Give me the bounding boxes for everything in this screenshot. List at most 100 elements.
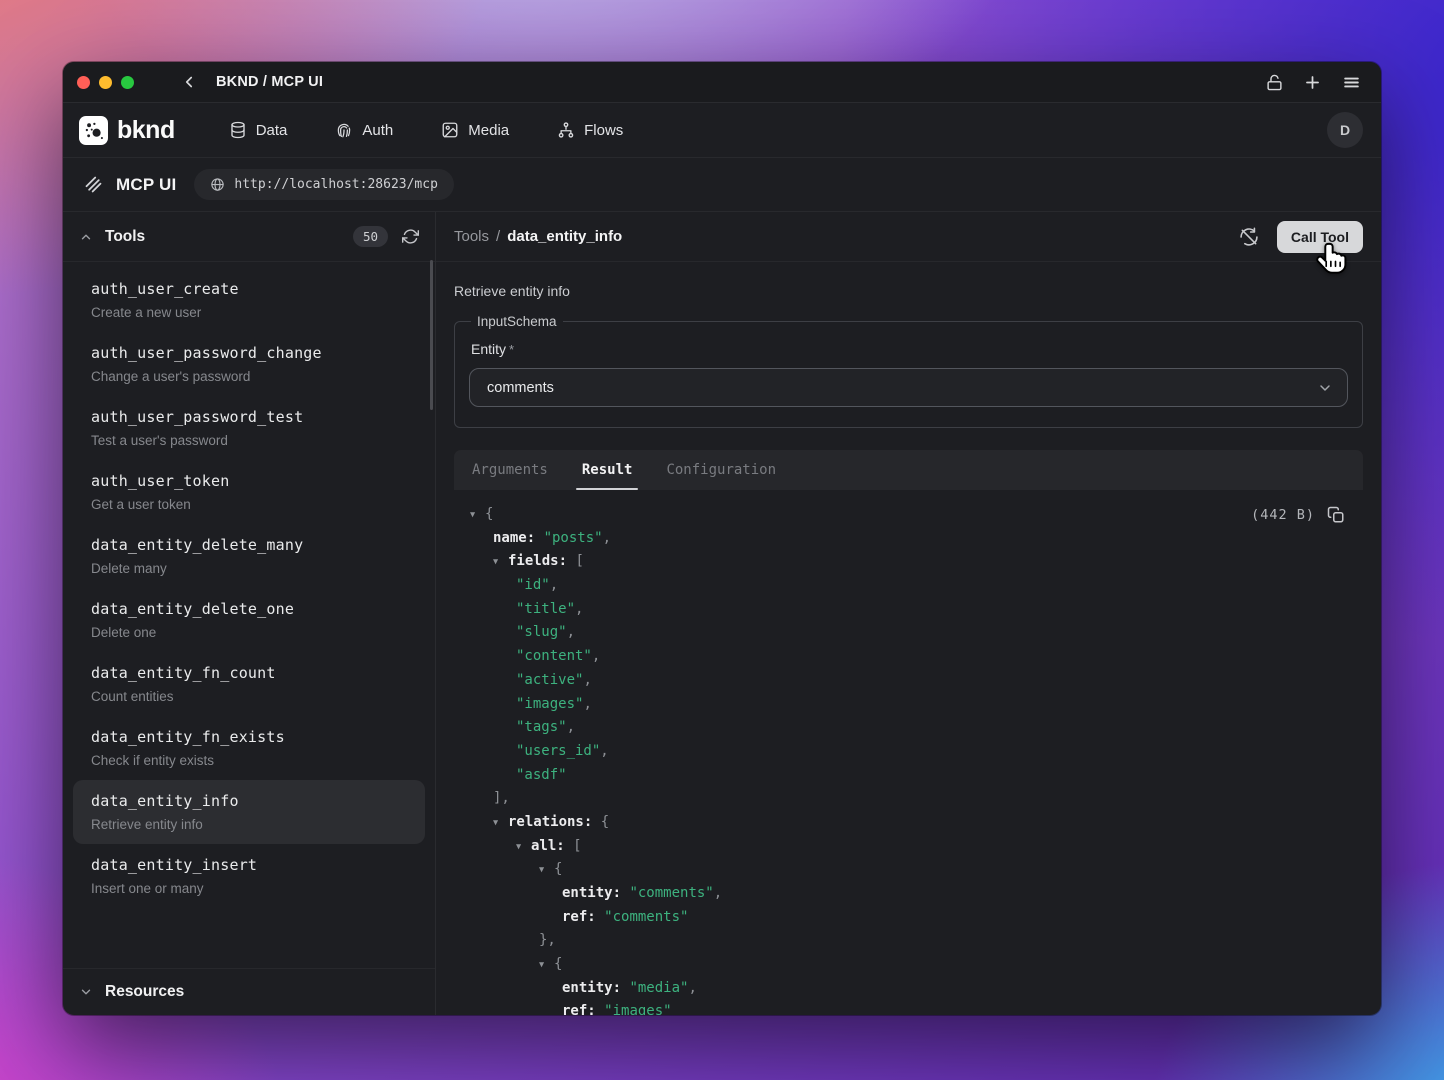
breadcrumb-root[interactable]: Tools bbox=[454, 228, 489, 245]
input-schema-fieldset: InputSchema Entity* comments bbox=[454, 314, 1363, 428]
sidebar-tool-auth_user_token[interactable]: auth_user_tokenGet a user token bbox=[73, 460, 425, 524]
tool-description: Insert one or many bbox=[91, 881, 417, 896]
collapse-toggle-icon[interactable]: ▼ bbox=[470, 504, 485, 528]
sidebar-scrollbar-thumb[interactable] bbox=[430, 260, 433, 410]
chevron-down-icon bbox=[79, 985, 93, 999]
mcp-icon bbox=[83, 174, 104, 195]
tool-description: Delete many bbox=[91, 561, 417, 576]
json-line: "images", bbox=[470, 693, 1363, 717]
window-title: BKND / MCP UI bbox=[216, 74, 323, 90]
sidebar-tool-data_entity_info[interactable]: data_entity_info Retrieve entity info bbox=[73, 780, 425, 844]
json-line: "tags", bbox=[470, 716, 1363, 740]
sidebar-tool-auth_user_password_test[interactable]: auth_user_password_testTest a user's pas… bbox=[73, 396, 425, 460]
collapse-toggle-icon[interactable]: ▼ bbox=[516, 836, 531, 860]
result-tabs: Arguments Result Configuration bbox=[454, 450, 1363, 490]
collapse-toggle-icon[interactable]: ▼ bbox=[539, 859, 554, 883]
sidebar-tool-data_entity_delete_one[interactable]: data_entity_delete_one Delete one bbox=[73, 588, 425, 652]
tab-configuration[interactable]: Configuration bbox=[664, 450, 778, 490]
traffic-lights bbox=[77, 76, 134, 89]
collapse-toggle-icon[interactable]: ▼ bbox=[539, 954, 554, 978]
tool-description: Test a user's password bbox=[91, 433, 417, 448]
result-meta: (442 B) bbox=[1251, 506, 1345, 524]
menu-button[interactable] bbox=[1342, 73, 1361, 92]
back-button[interactable] bbox=[180, 73, 198, 91]
tool-name: auth_user_create bbox=[91, 280, 417, 298]
copy-icon bbox=[1327, 506, 1345, 524]
json-line: "id", bbox=[470, 574, 1363, 598]
tool-description: Check if entity exists bbox=[91, 753, 417, 768]
nav-item-flows[interactable]: Flows bbox=[557, 121, 623, 139]
tab-arguments[interactable]: Arguments bbox=[470, 450, 550, 490]
minimize-window-button[interactable] bbox=[99, 76, 112, 89]
json-line: "active", bbox=[470, 669, 1363, 693]
sidebar-tool-data_entity_insert[interactable]: data_entity_insertInsert one or many bbox=[73, 844, 425, 908]
nav-item-label: Auth bbox=[362, 122, 393, 139]
sidebar-tool-auth_user_create[interactable]: auth_user_createCreate a new user bbox=[73, 268, 425, 332]
new-tab-button[interactable] bbox=[1303, 73, 1322, 92]
desktop-wallpaper: BKND / MCP UI bbox=[0, 0, 1444, 1080]
nav-item-media[interactable]: Media bbox=[441, 121, 509, 139]
tool-name: data_entity_fn_count bbox=[91, 664, 417, 682]
auto-refresh-off-button[interactable] bbox=[1239, 227, 1259, 247]
collapse-toggle-icon[interactable]: ▼ bbox=[493, 551, 508, 575]
copy-result-button[interactable] bbox=[1327, 506, 1345, 524]
chevron-up-icon bbox=[79, 230, 93, 244]
database-icon bbox=[229, 121, 247, 139]
fingerprint-icon bbox=[335, 121, 353, 139]
globe-icon bbox=[210, 177, 225, 192]
brand-logo[interactable]: bknd bbox=[79, 116, 175, 145]
json-line: entity: "media", bbox=[470, 977, 1363, 1001]
entity-field-label: Entity* bbox=[471, 341, 1346, 357]
sidebar-tool-data_entity_fn_count[interactable]: data_entity_fn_countCount entities bbox=[73, 652, 425, 716]
endpoint-url: http://localhost:28623/mcp bbox=[234, 177, 438, 192]
tools-section-header[interactable]: Tools 50 bbox=[63, 212, 435, 262]
result-viewer: (442 B) ▼{name: "posts",▼fields: ["id","… bbox=[454, 490, 1363, 1015]
json-line: "slug", bbox=[470, 621, 1363, 645]
tab-result[interactable]: Result bbox=[580, 450, 635, 490]
tool-description: Retrieve entity info bbox=[91, 817, 417, 832]
endpoint-url-pill[interactable]: http://localhost:28623/mcp bbox=[194, 169, 454, 200]
tools-sidebar: Tools 50 auth_user_createCreate a new us… bbox=[63, 212, 436, 1015]
nav-item-label: Flows bbox=[584, 122, 623, 139]
json-line: ], bbox=[470, 787, 1363, 811]
tool-description: Change a user's password bbox=[91, 369, 417, 384]
close-window-button[interactable] bbox=[77, 76, 90, 89]
mcp-subheader: MCP UI http://localhost:28623/mcp bbox=[63, 158, 1381, 212]
chevron-down-icon bbox=[1317, 380, 1333, 396]
tool-name: data_entity_delete_many bbox=[91, 536, 417, 554]
entity-select[interactable]: comments bbox=[469, 368, 1348, 407]
breadcrumb-current: data_entity_info bbox=[507, 228, 622, 245]
sidebar-tool-auth_user_password_change[interactable]: auth_user_password_changeChange a user's… bbox=[73, 332, 425, 396]
nav-item-auth[interactable]: Auth bbox=[335, 121, 393, 139]
zoom-window-button[interactable] bbox=[121, 76, 134, 89]
refresh-tools-button[interactable] bbox=[402, 228, 419, 245]
brand-name: bknd bbox=[117, 116, 175, 145]
user-avatar[interactable]: D bbox=[1327, 112, 1363, 148]
breadcrumb-separator: / bbox=[496, 228, 500, 245]
unlock-button[interactable] bbox=[1266, 74, 1283, 91]
bknd-logo-icon bbox=[79, 116, 108, 145]
sidebar-tool-data_entity_delete_many[interactable]: data_entity_delete_many Delete many bbox=[73, 524, 425, 588]
tool-list: auth_user_createCreate a new userauth_us… bbox=[63, 262, 435, 968]
nav-item-label: Data bbox=[256, 122, 288, 139]
nav-item-data[interactable]: Data bbox=[229, 121, 288, 139]
resources-section-header[interactable]: Resources bbox=[63, 968, 435, 1015]
tool-description: Delete one bbox=[91, 625, 417, 640]
window-titlebar: BKND / MCP UI bbox=[63, 62, 1381, 103]
image-icon bbox=[441, 121, 459, 139]
flow-icon bbox=[557, 121, 575, 139]
tool-description: Retrieve entity info bbox=[454, 283, 1363, 299]
json-line: }, bbox=[470, 929, 1363, 953]
tool-name: data_entity_info bbox=[91, 792, 417, 810]
result-size-badge: (442 B) bbox=[1251, 507, 1315, 523]
collapse-toggle-icon[interactable]: ▼ bbox=[493, 812, 508, 836]
tool-detail-header: Tools / data_entity_info Call Tool bbox=[436, 212, 1381, 262]
tools-section-title: Tools bbox=[105, 228, 145, 246]
sidebar-tool-data_entity_fn_exists[interactable]: data_entity_fn_existsCheck if entity exi… bbox=[73, 716, 425, 780]
tools-count-badge: 50 bbox=[353, 226, 388, 247]
entity-selected-value: comments bbox=[487, 380, 554, 396]
chevron-left-icon bbox=[180, 73, 198, 91]
tool-name: data_entity_delete_one bbox=[91, 600, 417, 618]
call-tool-button[interactable]: Call Tool bbox=[1277, 221, 1363, 253]
json-line: "content", bbox=[470, 645, 1363, 669]
